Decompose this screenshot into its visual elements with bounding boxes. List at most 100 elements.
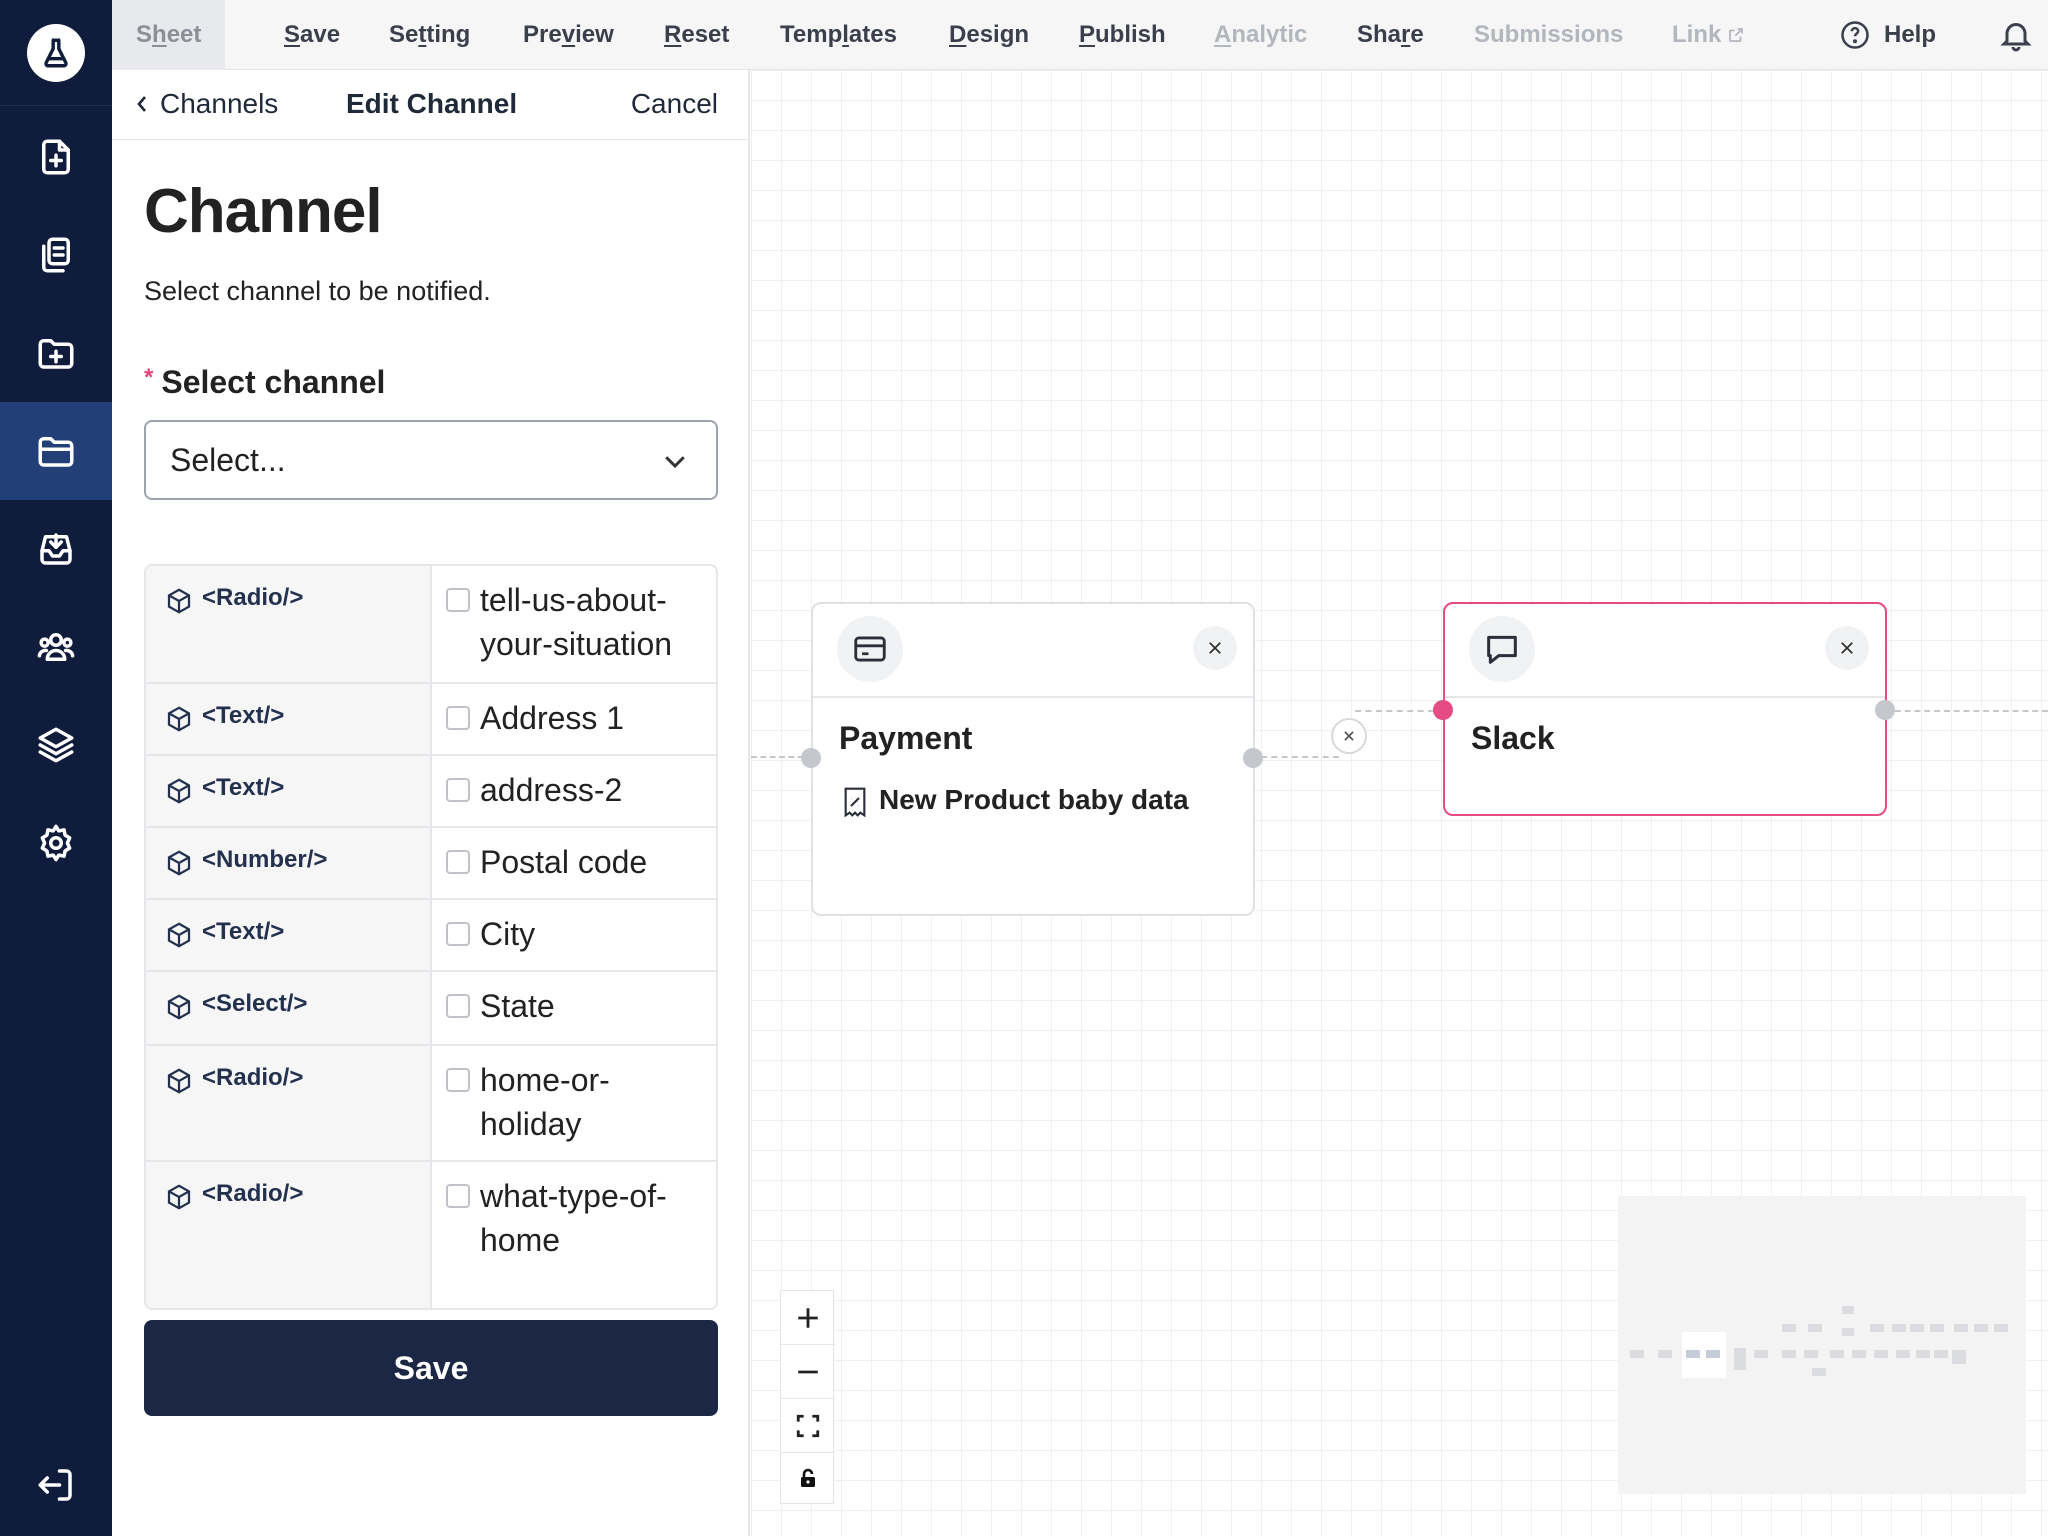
minimap-node	[1734, 1348, 1746, 1370]
delete-node-button[interactable]	[1825, 626, 1869, 670]
cancel-button[interactable]: Cancel	[631, 88, 718, 120]
users-icon	[37, 633, 75, 661]
flask-icon	[27, 23, 85, 82]
top-toolbar: Sheet Save Setting Preview Reset Templat…	[112, 0, 2048, 70]
edge-slack-out	[1885, 710, 2048, 712]
tab-reset[interactable]: Reset	[664, 0, 729, 70]
tab-save[interactable]: Save	[284, 0, 340, 70]
field-type-cell: <Text/>	[146, 756, 432, 826]
minimap-node	[1812, 1368, 1826, 1376]
users-button[interactable]	[0, 598, 112, 696]
select-channel-label-text: Select channel	[161, 364, 386, 400]
tab-publish[interactable]: Publish	[1079, 0, 1166, 70]
layers-icon	[38, 727, 74, 763]
field-name-cell[interactable]: State	[446, 984, 706, 1028]
remove-edge-button[interactable]	[1331, 718, 1367, 754]
minimap-node	[1706, 1350, 1720, 1358]
field-name-cell[interactable]: home-or-holiday	[446, 1058, 706, 1146]
help-button[interactable]: Help	[1840, 0, 1936, 70]
zoom-in-button[interactable]	[781, 1291, 835, 1345]
table-row: <Number/> Postal code	[146, 828, 716, 900]
lock-canvas-button[interactable]	[781, 1451, 835, 1505]
minimap-node	[1852, 1350, 1866, 1358]
gear-icon	[40, 824, 72, 862]
channel-select-value: Select...	[170, 441, 286, 478]
cube-icon	[167, 1068, 191, 1094]
inbox-button[interactable]	[0, 500, 112, 598]
app-logo[interactable]	[0, 0, 112, 106]
back-to-channels-link[interactable]: Channels	[132, 88, 278, 120]
table-row: <Radio/> home-or-holiday	[146, 1046, 716, 1162]
tab-share[interactable]: Share	[1357, 0, 1424, 70]
minimap[interactable]	[1618, 1196, 2026, 1494]
slack-node[interactable]: Slack	[1443, 602, 1887, 816]
field-checkbox[interactable]	[446, 850, 470, 874]
new-document-button[interactable]	[0, 108, 112, 206]
field-name-cell[interactable]: City	[446, 912, 706, 956]
minimap-node	[1892, 1324, 1906, 1332]
field-type: <Text/>	[202, 774, 285, 801]
minimap-node	[1830, 1350, 1844, 1358]
fit-view-button[interactable]	[781, 1399, 835, 1453]
field-checkbox[interactable]	[446, 1068, 470, 1092]
tab-setting[interactable]: Setting	[389, 0, 470, 70]
settings-button[interactable]	[0, 794, 112, 892]
minimap-node	[1910, 1324, 1924, 1332]
field-name-cell[interactable]: what-type-of-home	[446, 1174, 706, 1262]
help-label: Help	[1884, 21, 1937, 48]
documents-button[interactable]	[0, 206, 112, 304]
tab-link-label: Link	[1672, 21, 1722, 48]
lock-icon	[801, 1468, 815, 1487]
zoom-out-button[interactable]	[781, 1345, 835, 1399]
page-description: Select channel to be notified.	[144, 276, 491, 306]
field-checkbox[interactable]	[446, 778, 470, 802]
field-name-cell[interactable]: tell-us-about-your-situation	[446, 578, 706, 666]
external-link-icon	[1729, 28, 1744, 42]
required-mark: *	[144, 364, 154, 391]
tab-link[interactable]: Link	[1672, 0, 1745, 70]
fields-table: <Radio/> tell-us-about-your-situation <T…	[144, 564, 718, 1310]
field-checkbox[interactable]	[446, 922, 470, 946]
payment-node[interactable]: Payment New Product baby data	[811, 602, 1255, 916]
tab-design[interactable]: Design	[949, 0, 1029, 70]
minimap-node	[1808, 1324, 1822, 1332]
slack-input-port[interactable]	[1433, 700, 1453, 720]
back-label: Channels	[160, 88, 279, 119]
field-checkbox[interactable]	[446, 588, 470, 612]
bell-icon[interactable]	[1998, 17, 2034, 53]
minimap-node	[1954, 1324, 1968, 1332]
logout-button[interactable]	[0, 1436, 112, 1534]
field-type-cell: <Radio/>	[146, 566, 432, 682]
payment-input-port[interactable]	[801, 748, 821, 768]
field-type: <Radio/>	[202, 584, 304, 611]
cube-icon	[167, 706, 191, 732]
field-name-cell[interactable]: Postal code	[446, 840, 706, 884]
tab-sheet[interactable]: Sheet	[112, 0, 226, 70]
delete-node-button[interactable]	[1193, 626, 1237, 670]
save-button[interactable]: Save	[144, 1320, 718, 1416]
payment-output-port[interactable]	[1243, 748, 1263, 768]
cube-icon	[167, 778, 191, 804]
folders-button[interactable]	[0, 402, 112, 500]
field-checkbox[interactable]	[446, 1184, 470, 1208]
edit-channel-panel: Channels Edit Channel Cancel Channel Sel…	[112, 70, 750, 1536]
field-name-cell[interactable]: Address 1	[446, 696, 706, 740]
new-folder-button[interactable]	[0, 304, 112, 402]
field-type-cell: <Text/>	[146, 900, 432, 970]
copy-documents-icon	[42, 237, 70, 273]
field-checkbox[interactable]	[446, 706, 470, 730]
channel-select[interactable]: Select...	[144, 420, 718, 500]
tab-preview[interactable]: Preview	[523, 0, 614, 70]
tab-submissions[interactable]: Submissions	[1474, 0, 1623, 70]
field-name-cell[interactable]: address-2	[446, 768, 706, 812]
folder-open-icon	[38, 437, 74, 467]
page-heading: Channel	[144, 177, 383, 246]
node-title: Slack	[1471, 720, 1555, 756]
tab-templates[interactable]: Templates	[780, 0, 897, 70]
chat-bubble-icon	[1469, 616, 1535, 682]
slack-output-port[interactable]	[1875, 700, 1895, 720]
minimap-node	[1782, 1324, 1796, 1332]
tab-analytic[interactable]: Analytic	[1214, 0, 1307, 70]
field-checkbox[interactable]	[446, 994, 470, 1018]
layers-button[interactable]	[0, 696, 112, 794]
